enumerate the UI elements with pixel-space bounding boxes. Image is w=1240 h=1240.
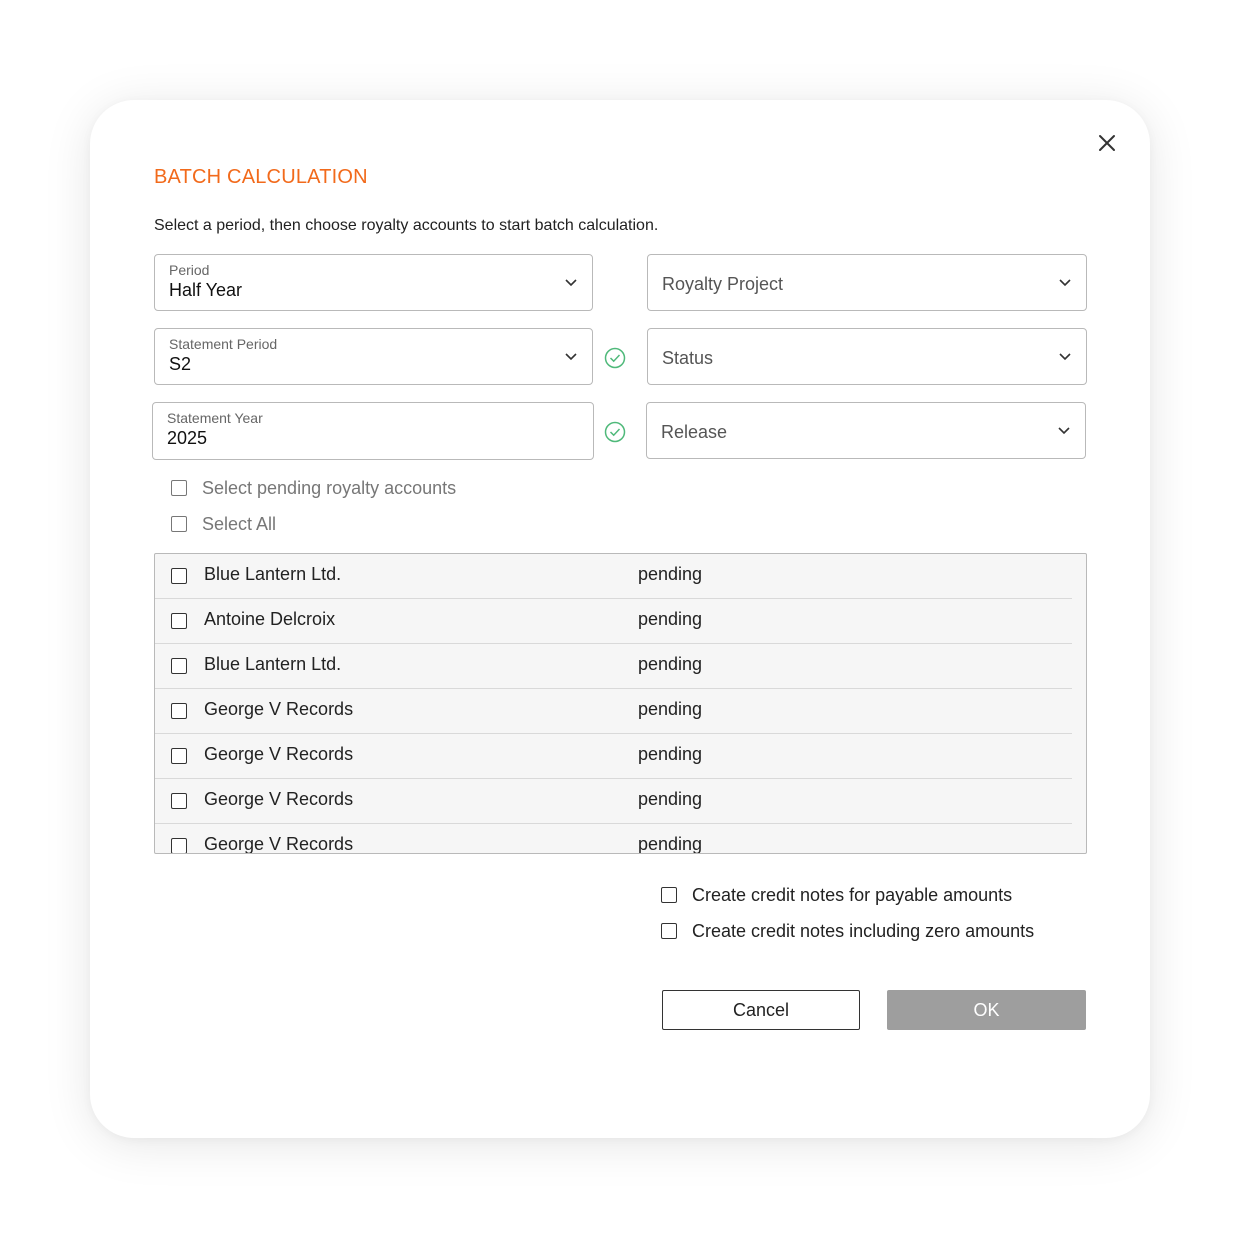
account-status: pending [638,789,703,809]
release-placeholder: Release [661,422,728,442]
credit-notes-zero-checkbox[interactable]: Create credit notes including zero amoun… [661,919,1034,943]
account-name: George V Records [204,699,354,719]
valid-check-icon [604,421,626,443]
chevron-down-icon [1058,427,1070,435]
list-item[interactable]: Antoine Delcroix pending [155,599,1072,644]
account-status: pending [638,744,703,764]
row-checkbox[interactable] [171,793,187,809]
valid-check-icon [604,347,626,369]
royalty-project-select[interactable]: Royalty Project [647,254,1087,311]
select-all-label: Select All [202,513,277,534]
chevron-down-icon [1059,279,1071,287]
statement-period-label: Statement Period [169,336,278,352]
select-pending-checkbox[interactable]: Select pending royalty accounts [171,476,456,500]
row-checkbox[interactable] [171,838,187,853]
account-name: George V Records [204,744,354,764]
royalty-project-placeholder: Royalty Project [662,274,784,294]
list-item[interactable]: George V Records pending [155,689,1072,734]
account-status: pending [638,564,703,584]
statement-period-select[interactable]: Statement Period S2 [154,328,593,385]
batch-calculation-dialog: BATCH CALCULATION Select a period, then … [90,100,1150,1138]
checkbox[interactable] [171,516,187,532]
chevron-down-icon [1059,353,1071,361]
account-status: pending [638,834,703,854]
list-item[interactable]: Blue Lantern Ltd. pending [155,554,1072,599]
row-checkbox[interactable] [171,658,187,674]
row-checkbox[interactable] [171,703,187,719]
row-checkbox[interactable] [171,613,187,629]
select-all-checkbox[interactable]: Select All [171,512,276,536]
chevron-down-icon [565,353,577,361]
statement-year-label: Statement Year [167,410,263,426]
status-placeholder: Status [662,348,714,368]
credit-notes-payable-label: Create credit notes for payable amounts [692,884,1013,905]
royalty-accounts-list[interactable]: Blue Lantern Ltd. pending Antoine Delcro… [154,553,1087,854]
status-select[interactable]: Status [647,328,1087,385]
row-checkbox[interactable] [171,748,187,764]
checkbox[interactable] [661,923,677,939]
close-icon[interactable] [1094,130,1120,156]
account-name: George V Records [204,834,354,854]
checkbox[interactable] [171,480,187,496]
chevron-down-icon [565,279,577,287]
account-name: Blue Lantern Ltd. [204,564,342,584]
statement-year-field[interactable]: Statement Year 2025 [152,402,594,460]
list-item[interactable]: George V Records pending [155,824,1072,854]
cancel-button[interactable]: Cancel [662,990,860,1030]
credit-notes-payable-checkbox[interactable]: Create credit notes for payable amounts [661,883,1012,907]
list-item[interactable]: George V Records pending [155,734,1072,779]
period-value: Half Year [169,280,243,300]
account-status: pending [638,654,703,674]
release-select[interactable]: Release [646,402,1086,459]
account-name: Antoine Delcroix [204,609,336,629]
select-pending-label: Select pending royalty accounts [202,477,457,498]
period-select[interactable]: Period Half Year [154,254,593,311]
dialog-title: BATCH CALCULATION [154,166,368,188]
checkbox[interactable] [661,887,677,903]
period-label: Period [169,262,210,278]
account-status: pending [638,699,703,719]
list-item[interactable]: Blue Lantern Ltd. pending [155,644,1072,689]
statement-period-value: S2 [169,354,192,374]
dialog-subtitle: Select a period, then choose royalty acc… [154,217,659,234]
credit-notes-zero-label: Create credit notes including zero amoun… [692,920,1035,941]
list-item[interactable]: George V Records pending [155,779,1072,824]
ok-button[interactable]: OK [887,990,1086,1030]
account-name: Blue Lantern Ltd. [204,654,342,674]
account-name: George V Records [204,789,354,809]
row-checkbox[interactable] [171,568,187,584]
statement-year-value: 2025 [167,428,208,448]
account-status: pending [638,609,703,629]
